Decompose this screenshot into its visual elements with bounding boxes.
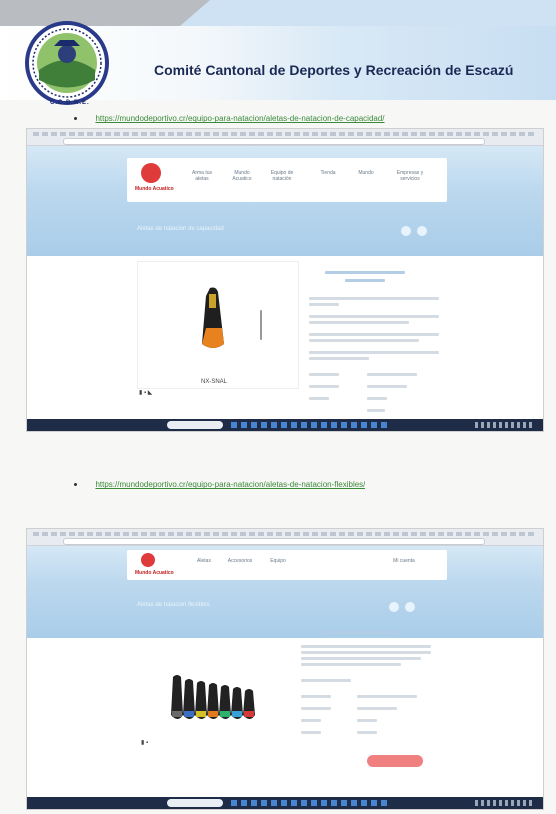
fins-set-image bbox=[171, 675, 255, 719]
organization-logo bbox=[25, 21, 109, 105]
nav-item: Aletas bbox=[197, 558, 211, 564]
site-nav: Mundo Acuatico Aletas Accesorios Equipo … bbox=[127, 550, 447, 580]
brand-logo-icon bbox=[141, 163, 161, 183]
browser-toolbar bbox=[27, 529, 543, 546]
address-bar bbox=[63, 138, 485, 145]
nav-item: Empresas y servicios bbox=[396, 170, 424, 182]
bullet-icon bbox=[74, 483, 77, 487]
browser-tabs bbox=[33, 532, 537, 536]
brand-name: Mundo Acuatico bbox=[135, 186, 174, 192]
windows-taskbar bbox=[27, 419, 543, 431]
hero-title: Aletas de natación de capacidad bbox=[137, 226, 224, 232]
brand-logo-icon bbox=[141, 553, 155, 567]
windows-taskbar bbox=[27, 797, 543, 809]
product-thumb: ▮ ▪ bbox=[141, 740, 149, 746]
taskbar-tray bbox=[475, 422, 535, 428]
nav-item: Mundo Acuatico bbox=[232, 170, 252, 182]
taskbar-search bbox=[167, 421, 223, 429]
taskbar-search bbox=[167, 799, 223, 807]
site-nav: Mundo Acuatico Arma tus aletas Mundo Acu… bbox=[127, 158, 447, 202]
taskbar-tray bbox=[475, 800, 535, 806]
logo-caption: C.C.D.R.E. bbox=[50, 100, 90, 106]
nav-item: Arma tus aletas bbox=[191, 170, 212, 182]
hero-circle-icon bbox=[401, 226, 411, 236]
screenshot-2: Mundo Acuatico Aletas Accesorios Equipo … bbox=[26, 528, 544, 810]
page-title: Comité Cantonal de Deportes y Recreación… bbox=[154, 62, 514, 78]
browser-toolbar bbox=[27, 129, 543, 146]
fin-image bbox=[202, 287, 224, 348]
nav-item: Mundo bbox=[358, 170, 374, 176]
bullet-icon bbox=[74, 117, 77, 121]
product-link-2[interactable]: https://mundodeportivo.cr/equipo-para-na… bbox=[95, 480, 365, 489]
product-link-1[interactable]: https://mundodeportivo.cr/equipo-para-na… bbox=[95, 114, 384, 123]
nav-item: Equipo bbox=[270, 558, 286, 564]
site-hero: Mundo Acuatico Aletas Accesorios Equipo … bbox=[27, 546, 543, 638]
taskbar-icons bbox=[231, 422, 391, 428]
hero-circle-icon bbox=[389, 602, 399, 612]
link-row-2: https://mundodeportivo.cr/equipo-para-na… bbox=[74, 476, 365, 494]
hero-circle-icon bbox=[417, 226, 427, 236]
address-bar bbox=[63, 538, 485, 545]
taskbar-icons bbox=[231, 800, 391, 806]
hero-circle-icon bbox=[405, 602, 415, 612]
product-image-card bbox=[137, 261, 299, 389]
nav-item: Tienda bbox=[320, 170, 336, 176]
site-hero: Mundo Acuatico Arma tus aletas Mundo Acu… bbox=[27, 146, 543, 256]
header-blue-strip bbox=[180, 0, 556, 26]
hero-title: Aletas de natación flexibles bbox=[137, 602, 210, 608]
product-thumb: ▮ ▪ ◣ bbox=[139, 390, 153, 396]
browser-tabs bbox=[33, 132, 537, 136]
ruler-mark bbox=[260, 310, 262, 340]
nav-item: Equipo de natación bbox=[270, 170, 294, 182]
product-sku: NX-SNAL bbox=[201, 379, 228, 385]
nav-item: Mi cuenta bbox=[393, 558, 415, 564]
link-row-1: https://mundodeportivo.cr/equipo-para-na… bbox=[74, 110, 385, 128]
screenshot-1: Mundo Acuatico Arma tus aletas Mundo Acu… bbox=[26, 128, 544, 432]
document-page: C.C.D.R.E. Comité Cantonal de Deportes y… bbox=[0, 0, 556, 814]
brand-name: Mundo Acuatico bbox=[135, 570, 174, 576]
add-to-cart-button[interactable] bbox=[367, 755, 423, 767]
nav-item: Accesorios bbox=[227, 558, 253, 564]
